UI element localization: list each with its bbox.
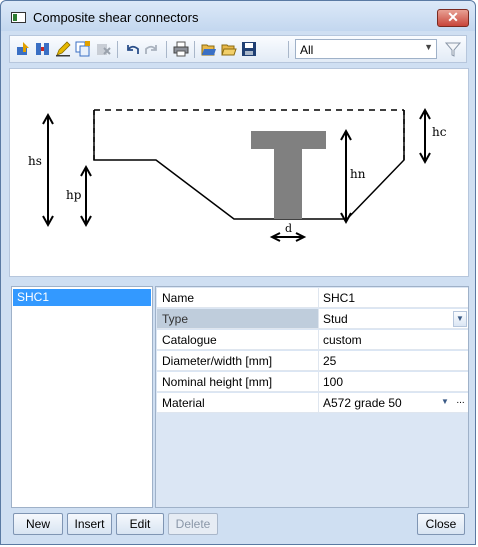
undo-icon[interactable] (124, 41, 140, 57)
property-label: Nominal height [mm] (157, 372, 318, 392)
ellipsis-icon[interactable]: ... (454, 395, 467, 411)
insert-row-icon[interactable] (15, 41, 31, 57)
material-select[interactable]: A572 grade 50 ▼ ... (318, 393, 468, 413)
stud-shank (274, 149, 302, 219)
toolbar-separator (117, 41, 118, 58)
property-value[interactable]: SHC1 (318, 288, 468, 308)
property-row-material[interactable]: Material A572 grade 50 ▼ ... (156, 393, 468, 414)
delete-button: Delete (168, 513, 218, 535)
dialog-window: Composite shear connectors ✕ All ▼ hs hp… (0, 0, 476, 545)
filter-dropdown[interactable]: All ▼ (295, 39, 437, 59)
property-row-diameter[interactable]: Diameter/width [mm] 25 (156, 351, 468, 372)
edit-pencil-icon[interactable] (55, 41, 71, 57)
property-grid: Name SHC1 Type Stud ▼ Catalogue custom D… (155, 286, 469, 508)
toolbar: All ▼ (9, 35, 467, 63)
hs-label: hs (28, 154, 42, 168)
new-button[interactable]: New (13, 513, 63, 535)
save-icon[interactable] (241, 41, 257, 57)
property-label: Diameter/width [mm] (157, 351, 318, 371)
d-label: d (285, 222, 292, 235)
property-value[interactable]: custom (318, 330, 468, 350)
property-value[interactable]: 100 (318, 372, 468, 392)
property-label: Material (157, 393, 318, 413)
chevron-down-icon: ▼ (424, 42, 433, 52)
chevron-down-icon[interactable]: ▼ (438, 395, 452, 411)
property-row-catalogue[interactable]: Catalogue custom (156, 330, 468, 351)
toolbar-separator (288, 41, 289, 58)
hn-label: hn (350, 167, 366, 181)
button-bar: New Insert Edit Delete Close (9, 513, 469, 539)
property-row-name[interactable]: Name SHC1 (156, 288, 468, 309)
type-select[interactable]: Stud ▼ (318, 309, 468, 329)
hc-label: hc (432, 125, 447, 139)
open-folder-icon[interactable] (201, 41, 217, 57)
connector-drawing: hs hp hn hc d (28, 107, 447, 242)
toolbar-separator (194, 41, 195, 58)
print-icon[interactable] (173, 41, 189, 57)
property-row-type[interactable]: Type Stud ▼ (156, 309, 468, 330)
connector-diagram: hs hp hn hc d (9, 68, 469, 277)
stud-head (251, 131, 326, 149)
insert-button[interactable]: Insert (67, 513, 112, 535)
app-icon (11, 12, 26, 23)
title-bar[interactable]: Composite shear connectors ✕ (1, 1, 475, 31)
redo-disabled-icon (144, 41, 160, 57)
funnel-icon[interactable] (444, 41, 462, 57)
delete-disabled-icon (95, 41, 111, 57)
open-folder-2-icon[interactable] (221, 41, 237, 57)
copy-icon[interactable] (75, 41, 91, 57)
connector-list[interactable]: SHC1 (11, 286, 153, 508)
window-close-button[interactable]: ✕ (437, 9, 469, 27)
slab-outline (93, 110, 405, 220)
property-value[interactable]: 25 (318, 351, 468, 371)
window-title: Composite shear connectors (33, 10, 199, 25)
filter-value: All (300, 43, 314, 57)
property-value: Stud (323, 312, 348, 326)
columns-icon[interactable] (35, 41, 51, 57)
property-label: Type (157, 309, 318, 329)
toolbar-separator (166, 41, 167, 58)
property-label: Name (157, 288, 318, 308)
list-item[interactable]: SHC1 (13, 289, 151, 306)
edit-button[interactable]: Edit (116, 513, 164, 535)
property-row-nominal-height[interactable]: Nominal height [mm] 100 (156, 372, 468, 393)
property-value: A572 grade 50 (323, 396, 402, 410)
property-label: Catalogue (157, 330, 318, 350)
close-button[interactable]: Close (417, 513, 465, 535)
hp-label: hp (66, 188, 82, 202)
chevron-down-icon[interactable]: ▼ (453, 311, 467, 327)
